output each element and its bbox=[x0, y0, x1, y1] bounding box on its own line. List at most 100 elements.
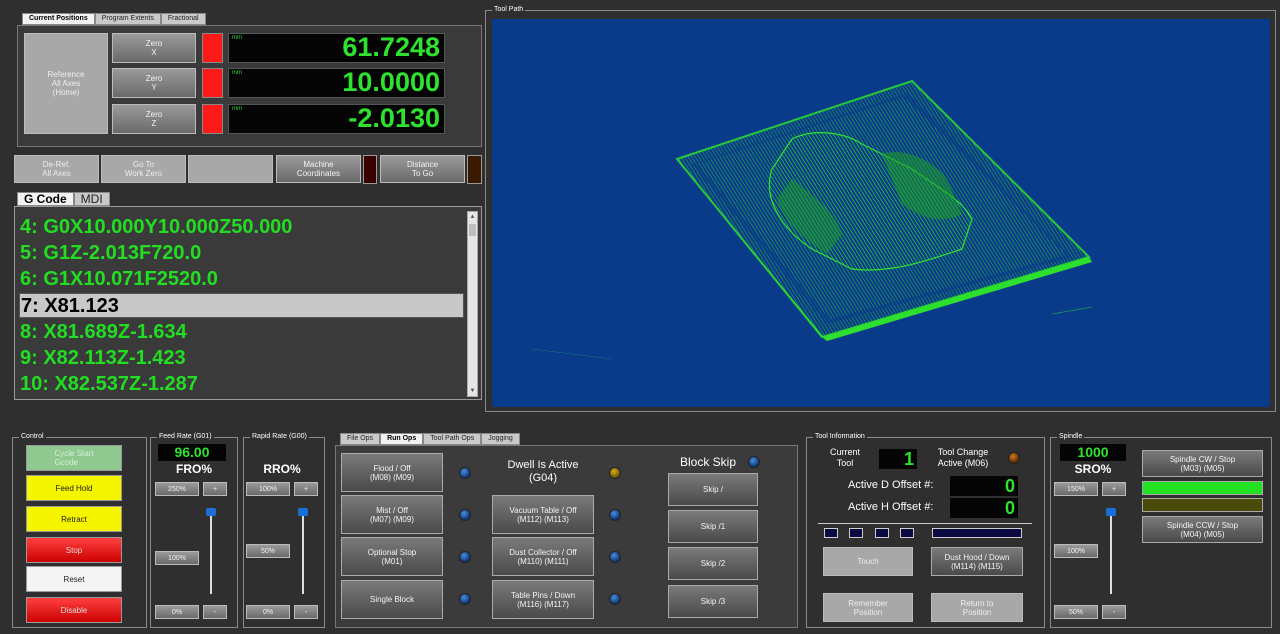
tab-tool-path-ops[interactable]: Tool Path Ops bbox=[423, 433, 482, 445]
gcode-list[interactable]: 4: G0X10.000Y10.000Z50.000 5: G1Z-2.013F… bbox=[18, 211, 466, 397]
rro-min-button[interactable]: 0% bbox=[246, 605, 290, 619]
spindle-ccw-button[interactable]: Spindle CCW / Stop (M04) (M05) bbox=[1142, 516, 1263, 543]
sro-max-button[interactable]: 150% bbox=[1054, 482, 1098, 496]
fro-slider-thumb[interactable] bbox=[206, 508, 216, 516]
rro-plus-button[interactable]: + bbox=[294, 482, 318, 496]
go-to-work-zero-button[interactable]: Go To Work Zero bbox=[101, 155, 186, 183]
vacuum-table-led bbox=[609, 509, 621, 521]
tab-program-extents[interactable]: Program Extents bbox=[94, 13, 161, 25]
tool-divider bbox=[818, 523, 1032, 524]
reference-all-axes-button[interactable]: Reference All Axes (Home) bbox=[24, 33, 108, 134]
distance-to-go-button[interactable]: Distance To Go bbox=[380, 155, 465, 183]
skip-3-button[interactable]: Skip /3 bbox=[668, 585, 758, 618]
gcode-scrollbar[interactable]: ▲ ▼ bbox=[467, 211, 478, 397]
toolpath-title: Tool Path bbox=[492, 5, 526, 15]
tab-gcode[interactable]: G Code bbox=[17, 192, 74, 206]
rro-slider-track[interactable] bbox=[302, 512, 304, 594]
fro-min-button[interactable]: 0% bbox=[155, 605, 199, 619]
tab-fractional[interactable]: Fractional bbox=[160, 13, 206, 25]
disable-button[interactable]: Disable bbox=[26, 597, 122, 623]
gcode-line[interactable]: 6: G1X10.071F2520.0 bbox=[20, 266, 218, 292]
y-ref-indicator bbox=[202, 68, 223, 98]
sro-minus-button[interactable]: - bbox=[1102, 605, 1126, 619]
cycle-start-button[interactable]: Cycle Start Gcode bbox=[26, 445, 122, 471]
tab-run-ops[interactable]: Run Ops bbox=[380, 433, 424, 445]
dust-hood-button[interactable]: Dust Hood / Down (M114) (M115) bbox=[931, 547, 1023, 576]
rro-50-button[interactable]: 50% bbox=[246, 544, 290, 558]
single-block-led bbox=[459, 593, 471, 605]
scroll-thumb[interactable] bbox=[469, 224, 476, 236]
single-block-button[interactable]: Single Block bbox=[341, 580, 443, 619]
distance-to-go-indicator bbox=[467, 155, 482, 184]
flood-button[interactable]: Flood / Off (M08) (M09) bbox=[341, 453, 443, 492]
sro-slider-track[interactable] bbox=[1110, 512, 1112, 594]
retract-button[interactable]: Retract bbox=[26, 506, 122, 532]
gcode-line-selected[interactable]: 7: X81.123 bbox=[19, 293, 464, 318]
feed-rate-title: Feed Rate (G01) bbox=[157, 432, 214, 442]
fro-slider-track[interactable] bbox=[210, 512, 212, 594]
spindle-cw-button[interactable]: Spindle CW / Stop (M03) (M05) bbox=[1142, 450, 1263, 477]
tab-mdi[interactable]: MDI bbox=[73, 192, 110, 206]
flood-led bbox=[459, 467, 471, 479]
tab-jogging[interactable]: Jogging bbox=[481, 433, 520, 445]
x-ref-indicator bbox=[202, 33, 223, 63]
skip-button[interactable]: Skip / bbox=[668, 473, 758, 506]
rro-slider-thumb[interactable] bbox=[298, 508, 308, 516]
tool-indicator-4 bbox=[900, 528, 914, 538]
ops-tabs: File Ops Run Ops Tool Path Ops Jogging bbox=[340, 433, 520, 445]
z-dro: mm -2.0130 bbox=[228, 103, 445, 134]
optional-stop-led bbox=[459, 551, 471, 563]
dust-collector-button[interactable]: Dust Collector / Off (M110) (M111) bbox=[492, 537, 594, 576]
zero-z-button[interactable]: Zero Z bbox=[112, 104, 196, 134]
skip-2-button[interactable]: Skip /2 bbox=[668, 547, 758, 580]
zero-y-button[interactable]: Zero Y bbox=[112, 68, 196, 98]
optional-stop-button[interactable]: Optional Stop (M01) bbox=[341, 537, 443, 576]
rro-minus-button[interactable]: - bbox=[294, 605, 318, 619]
toolpath-frame: Tool Path bbox=[485, 5, 1276, 412]
feed-hold-button[interactable]: Feed Hold bbox=[26, 475, 122, 501]
fro-plus-button[interactable]: + bbox=[203, 482, 227, 496]
fro-100-button[interactable]: 100% bbox=[155, 551, 199, 565]
d-offset-value: 0 bbox=[950, 476, 1018, 496]
gcode-line[interactable]: 10: X82.537Z-1.287 bbox=[20, 371, 198, 397]
stop-button[interactable]: Stop bbox=[26, 537, 122, 563]
return-to-position-button[interactable]: Return to Position bbox=[931, 593, 1023, 622]
y-dro: mm 10.0000 bbox=[228, 67, 445, 98]
rro-max-button[interactable]: 100% bbox=[246, 482, 290, 496]
scroll-up-icon[interactable]: ▲ bbox=[469, 213, 476, 221]
x-position-value: 61.7248 bbox=[342, 32, 440, 62]
fro-max-button[interactable]: 250% bbox=[155, 482, 199, 496]
sro-100-button[interactable]: 100% bbox=[1054, 544, 1098, 558]
z-position-value: -2.0130 bbox=[348, 103, 440, 133]
scroll-down-icon[interactable]: ▼ bbox=[469, 387, 476, 395]
reset-button[interactable]: Reset bbox=[26, 566, 122, 592]
fro-label: FRO% bbox=[176, 462, 212, 476]
remember-position-button[interactable]: Remember Position bbox=[823, 593, 913, 622]
rro-label: RRO% bbox=[263, 462, 301, 476]
sro-plus-button[interactable]: + bbox=[1102, 482, 1126, 496]
sro-slider-thumb[interactable] bbox=[1106, 508, 1116, 516]
mist-button[interactable]: Mist / Off (M07) (M09) bbox=[341, 495, 443, 534]
skip-1-button[interactable]: Skip /1 bbox=[668, 510, 758, 543]
gcode-line[interactable]: 5: G1Z-2.013F720.0 bbox=[20, 240, 201, 266]
blank-button[interactable] bbox=[188, 155, 273, 183]
tab-current-positions[interactable]: Current Positions bbox=[22, 13, 95, 25]
table-pins-button[interactable]: Table Pins / Down (M116) (M117) bbox=[492, 580, 594, 619]
table-pins-led bbox=[609, 593, 621, 605]
de-ref-all-axes-button[interactable]: De-Ref. All Axes bbox=[14, 155, 99, 183]
toolpath-view[interactable] bbox=[492, 19, 1270, 407]
gcode-line[interactable]: 8: X81.689Z-1.634 bbox=[20, 319, 187, 345]
rapid-rate-title: Rapid Rate (G00) bbox=[250, 432, 309, 442]
sro-min-button[interactable]: 50% bbox=[1054, 605, 1098, 619]
tab-file-ops[interactable]: File Ops bbox=[340, 433, 381, 445]
y-position-value: 10.0000 bbox=[342, 67, 440, 97]
gcode-line[interactable]: 4: G0X10.000Y10.000Z50.000 bbox=[20, 214, 292, 240]
fro-minus-button[interactable]: - bbox=[203, 605, 227, 619]
touch-button[interactable]: Touch bbox=[823, 547, 913, 576]
zero-x-button[interactable]: Zero X bbox=[112, 33, 196, 63]
machine-coordinates-button[interactable]: Machine Coordinates bbox=[276, 155, 361, 183]
gcode-line[interactable]: 9: X82.113Z-1.423 bbox=[20, 345, 186, 371]
vacuum-table-button[interactable]: Vacuum Table / Off (M112) (M113) bbox=[492, 495, 594, 534]
current-tool-label: Current Tool bbox=[829, 447, 860, 468]
mist-led bbox=[459, 509, 471, 521]
